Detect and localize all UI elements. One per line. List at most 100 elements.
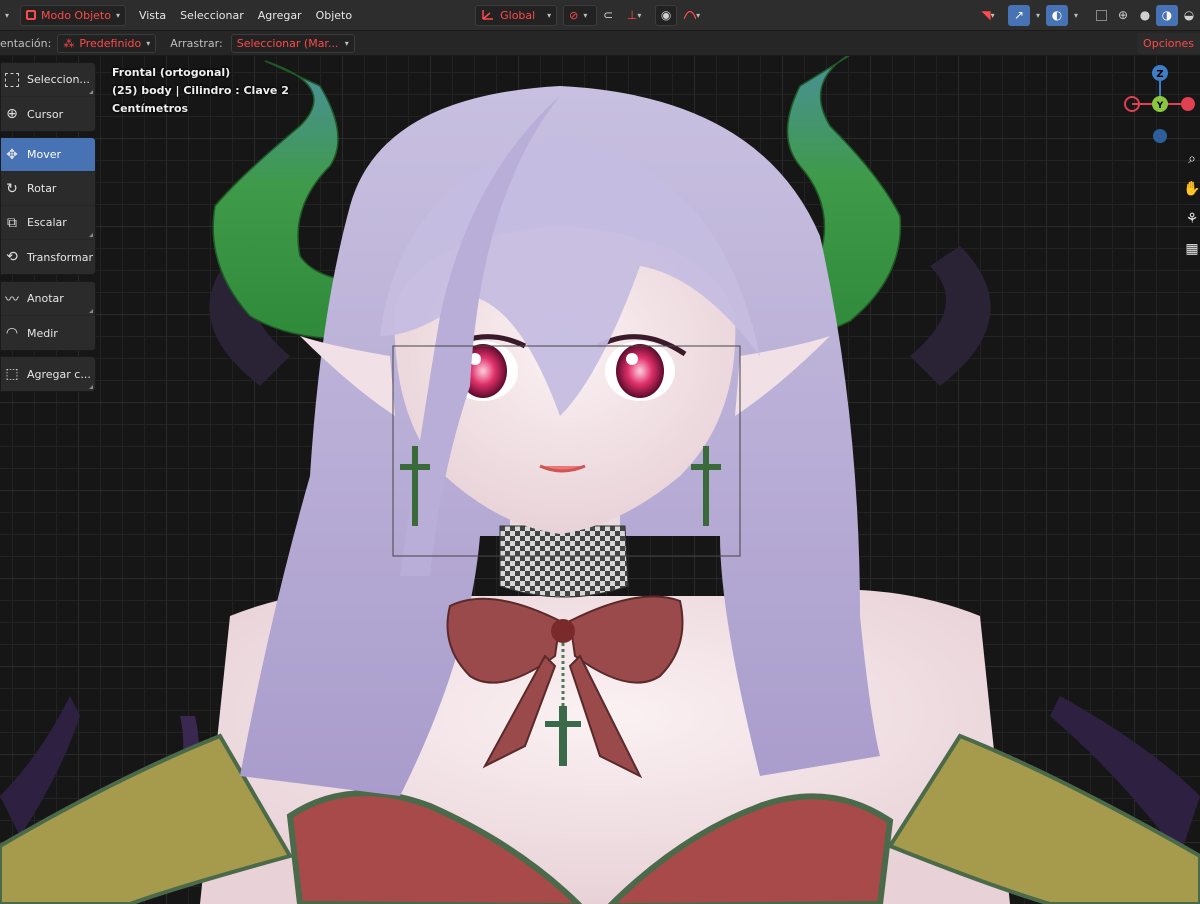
- corner-triangle-icon: [89, 385, 93, 389]
- corner-triangle-icon: [89, 90, 93, 94]
- pivot-point-dropdown[interactable]: ⊘ ▾: [563, 4, 598, 26]
- transform-orientation-label: Global: [500, 8, 536, 22]
- options-button[interactable]: Opciones: [1137, 33, 1200, 54]
- view-name: Frontal (ortogonal): [112, 66, 231, 79]
- rotate-icon: ↻: [6, 180, 18, 197]
- orientation-value: Predefinido: [79, 36, 142, 50]
- transform-orientation-dropdown[interactable]: Global ▾: [475, 4, 558, 26]
- rendered-sphere-icon: ◒: [1183, 8, 1195, 22]
- menu-agregar[interactable]: Agregar: [251, 5, 309, 26]
- toolbar-group-select: Seleccion... ⊕ Cursor: [0, 62, 96, 132]
- orientation-icon: ⁂: [63, 36, 75, 50]
- grid-icon[interactable]: ▦: [1184, 234, 1200, 264]
- menu-seleccionar[interactable]: Seleccionar: [173, 5, 251, 26]
- tool-label: Anotar: [27, 292, 64, 305]
- measure-icon: ◠: [5, 325, 19, 341]
- tool-transform[interactable]: ⟲ Transformar: [1, 240, 95, 274]
- solid-sphere-icon: ●: [1139, 8, 1151, 22]
- chevron-down-icon: ▾: [990, 10, 995, 20]
- 3d-viewport[interactable]: Frontal (ortogonal) (25) body | Cilindro…: [0, 56, 1200, 904]
- menu-vista[interactable]: Vista: [132, 5, 173, 26]
- chevron-down-icon: ▾: [583, 10, 588, 20]
- navigation-gizmo[interactable]: Z Y: [1120, 56, 1200, 156]
- tool-measure[interactable]: ◠ Medir: [1, 316, 95, 350]
- xray-toggle[interactable]: [1090, 5, 1112, 26]
- toolbar-group-add: ⬚ Agregar c...: [0, 356, 96, 392]
- tool-settings-bar: entación: ⁂ Predefinido ▾ Arrastrar: Sel…: [0, 31, 1200, 56]
- xray-icon: [1095, 9, 1107, 21]
- proportional-edit-toggle[interactable]: ◉: [655, 4, 678, 26]
- overlays-toggle[interactable]: ◐: [1045, 4, 1068, 26]
- hand-icon[interactable]: ✋: [1183, 174, 1200, 204]
- tool-scale[interactable]: ⧉ Escalar: [1, 206, 95, 240]
- chevron-down-icon[interactable]: ▾: [1036, 11, 1040, 20]
- falloff-dropdown[interactable]: ▾: [677, 5, 707, 26]
- tool-rotate[interactable]: ↻ Rotar: [1, 172, 95, 206]
- svg-text:Y: Y: [1156, 101, 1164, 111]
- zoom-icon[interactable]: ⌕: [1184, 144, 1200, 174]
- tool-label: Medir: [27, 326, 58, 340]
- tool-label: Cursor: [27, 107, 64, 121]
- drag-value: Seleccionar (Mar...: [236, 36, 339, 50]
- tool-label: Transformar: [27, 250, 93, 264]
- select-box-icon: [3, 71, 21, 89]
- scale-icon: ⧉: [7, 214, 17, 231]
- add-cube-icon: ⬚: [5, 366, 19, 382]
- falloff-curve-icon: [684, 10, 697, 20]
- wireframe-sphere-icon: ⊕: [1117, 8, 1129, 22]
- snap-target-dropdown[interactable]: ⊥ ▾: [619, 5, 649, 26]
- orientation-dropdown[interactable]: ⁂ Predefinido ▾: [57, 33, 157, 53]
- menu-objeto[interactable]: Objeto: [309, 5, 360, 26]
- orientation-label: entación:: [0, 36, 52, 50]
- chevron-down-icon: ▾: [146, 38, 151, 48]
- mode-label: Modo Objeto: [41, 8, 111, 22]
- gizmo-toggle[interactable]: ↗: [1007, 4, 1030, 26]
- navigation-tools: ⌕ ✋ ⚘ ▦: [1183, 144, 1200, 264]
- tool-add-cube[interactable]: ⬚ Agregar c...: [1, 357, 95, 391]
- shading-wireframe[interactable]: ⊕: [1112, 5, 1134, 26]
- mode-selector[interactable]: Modo Objeto ▾: [20, 4, 126, 26]
- chevron-down-icon: ▾: [344, 38, 349, 48]
- eye-icon: ◥: [981, 8, 991, 22]
- shading-rendered[interactable]: ◒: [1178, 5, 1200, 26]
- visibility-dropdown[interactable]: ◥ ▾: [972, 5, 1004, 26]
- chevron-down-icon[interactable]: ▾: [1074, 11, 1078, 20]
- overlays-icon: ◐: [1051, 8, 1063, 22]
- tool-annotate[interactable]: 〰 Anotar: [1, 282, 95, 316]
- corner-triangle-icon: [89, 233, 93, 237]
- editor-type-button[interactable]: ▾: [0, 5, 14, 26]
- object-mode-icon: [26, 10, 36, 20]
- tool-label: Seleccion...: [27, 73, 90, 86]
- object-info: (25) body | Cilindro : Clave 2: [112, 84, 289, 97]
- tool-label: Escalar: [27, 216, 67, 229]
- corner-triangle-icon: [89, 309, 93, 313]
- chevron-down-icon: ▾: [4, 10, 9, 20]
- camera-icon[interactable]: ⚘: [1184, 204, 1200, 234]
- cursor-icon: ⊕: [6, 106, 18, 122]
- snap-increment-icon: ⊥: [626, 8, 638, 22]
- tool-select[interactable]: Seleccion...: [1, 63, 95, 97]
- drag-label: Arrastrar:: [170, 36, 223, 50]
- transform-icon: ⟲: [6, 249, 18, 265]
- toolbar-group-annotate: 〰 Anotar ◠ Medir: [0, 281, 96, 351]
- drag-dropdown[interactable]: Seleccionar (Mar... ▾: [230, 33, 355, 53]
- svg-text:Z: Z: [1156, 69, 1163, 80]
- chevron-down-icon: ▾: [115, 10, 120, 20]
- annotate-icon: 〰: [5, 291, 19, 308]
- pivot-icon: ⊘: [569, 8, 579, 22]
- shading-material[interactable]: ◑: [1156, 4, 1178, 26]
- magnet-icon: ⊂: [603, 8, 614, 22]
- tool-label: Agregar c...: [27, 367, 91, 381]
- snap-toggle[interactable]: ⊂: [597, 5, 619, 26]
- chevron-down-icon: ▾: [637, 10, 642, 20]
- tool-label: Mover: [27, 148, 62, 161]
- tool-label: Rotar: [27, 182, 57, 195]
- character-model: [0, 56, 1200, 904]
- tool-move[interactable]: ✥ Mover: [1, 138, 95, 172]
- proportional-edit-icon: ◉: [660, 8, 672, 22]
- shading-solid[interactable]: ●: [1134, 5, 1156, 26]
- options-label: Opciones: [1143, 37, 1194, 50]
- axes-icon: [482, 10, 494, 20]
- unit-system: Centímetros: [112, 102, 189, 115]
- tool-cursor[interactable]: ⊕ Cursor: [1, 97, 95, 131]
